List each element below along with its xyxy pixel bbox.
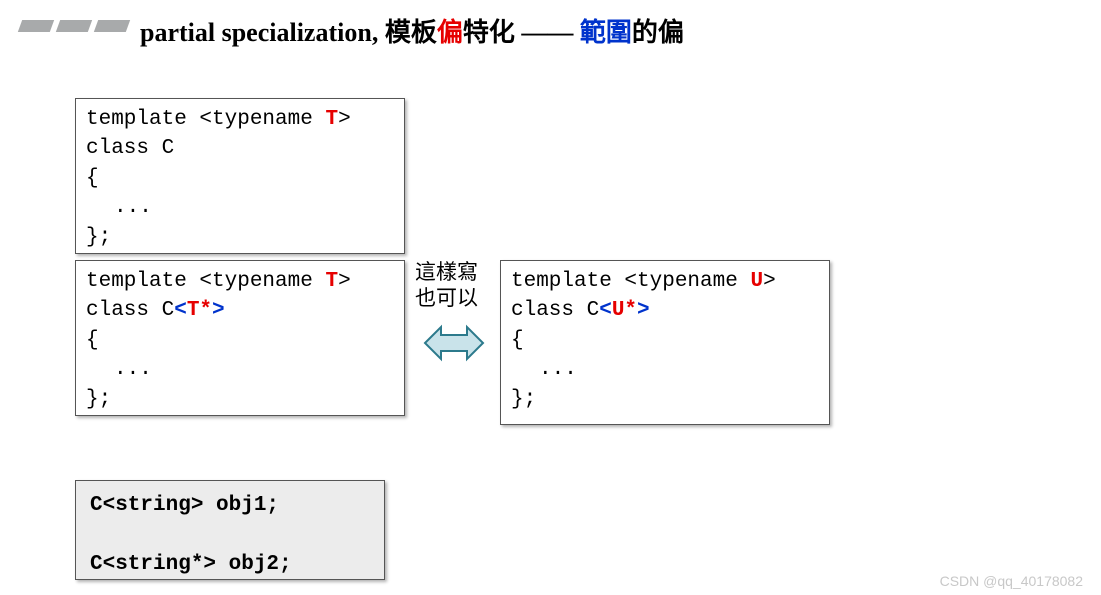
- code-line: C<string*> obj2;: [90, 553, 292, 576]
- footer-attribution: CSDN @qq_40178082: [940, 573, 1083, 589]
- code-line: {: [86, 167, 99, 190]
- note-line: 這樣寫: [415, 260, 478, 286]
- type-param-T: T: [325, 270, 338, 293]
- code-line: {: [511, 329, 524, 352]
- code-line: {: [86, 329, 99, 352]
- page-title: partial specialization, 模板偏特化 —— 範圍的偏: [140, 12, 684, 49]
- code-line: };: [511, 388, 536, 411]
- code-box-primary-template: template <typename T> class C { ... };: [75, 98, 405, 254]
- code-line: };: [86, 226, 111, 249]
- header-decor: [20, 20, 128, 32]
- type-param-T: T: [325, 108, 338, 131]
- decor-bar: [56, 20, 92, 32]
- code-line: template <typename T>: [86, 108, 351, 131]
- code-line: };: [86, 388, 111, 411]
- type-param-U: U: [750, 270, 763, 293]
- title-text: partial specialization, 模板: [140, 18, 437, 47]
- double-arrow-icon: [423, 320, 485, 366]
- title-text: 特化 ——: [463, 18, 580, 47]
- decor-bar: [94, 20, 130, 32]
- code-line: class C<U*>: [511, 299, 650, 322]
- code-line: class C<T*>: [86, 299, 225, 322]
- code-box-partial-spec-U: template <typename U> class C<U*> { ... …: [500, 260, 830, 425]
- code-line: class C: [86, 137, 174, 160]
- title-red: 偏: [437, 18, 463, 47]
- type-param-Tstar: T*: [187, 299, 212, 322]
- note-line: 也可以: [415, 286, 478, 312]
- code-box-usage: C<string> obj1; C<string*> obj2;: [75, 480, 385, 580]
- code-line: ...: [511, 358, 577, 381]
- code-line: ...: [86, 196, 152, 219]
- code-line: template <typename T>: [86, 270, 351, 293]
- equivalence-note: 這樣寫 也可以: [415, 260, 478, 313]
- decor-bar: [18, 20, 54, 32]
- code-line: template <typename U>: [511, 270, 776, 293]
- type-param-Ustar: U*: [612, 299, 637, 322]
- title-text: 的偏: [632, 18, 684, 47]
- code-box-partial-spec-T: template <typename T> class C<T*> { ... …: [75, 260, 405, 416]
- title-blue: 範圍: [580, 18, 632, 47]
- code-line: C<string> obj1;: [90, 494, 279, 517]
- code-line: ...: [86, 358, 152, 381]
